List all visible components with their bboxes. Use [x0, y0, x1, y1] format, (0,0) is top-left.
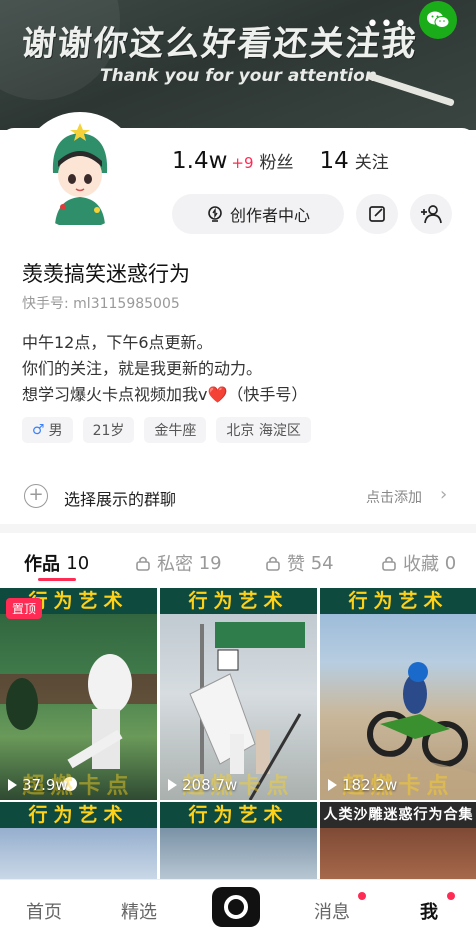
more-dots-icon[interactable]: •••	[366, 12, 408, 37]
play-icon	[328, 779, 337, 791]
wechat-icon[interactable]	[419, 1, 457, 39]
tab-works[interactable]: 作品 10	[24, 550, 89, 576]
play-icon	[8, 779, 17, 791]
video-header: 行为艺术	[320, 588, 476, 614]
followers-label[interactable]: 粉丝	[260, 148, 294, 173]
group-chat-row[interactable]: + 选择展示的群聊 点击添加 ›	[0, 478, 476, 516]
video-views: 37.9w	[8, 776, 68, 794]
tab-favorites[interactable]: 收藏 0	[382, 550, 456, 576]
video-grid: 行为艺术 置顶 超燃卡点 37.9w 行为艺术 超燃卡点 208.7w 行为艺术…	[0, 588, 476, 892]
nav-me[interactable]: 我	[420, 898, 438, 924]
nav-featured[interactable]: 精选	[121, 898, 157, 924]
zodiac-tag: 金牛座	[144, 417, 207, 443]
video-header: 行为艺术	[160, 588, 317, 614]
lock-icon	[382, 556, 396, 571]
active-tab-indicator	[38, 578, 76, 581]
followers-count[interactable]: 1.4w	[172, 148, 227, 174]
play-icon	[168, 779, 177, 791]
profile-bio: 中午12点，下午6点更新。 你们的关注，就是我更新的动力。 想学习爆火卡点视频加…	[22, 330, 307, 408]
avatar[interactable]	[20, 112, 140, 232]
following-count[interactable]: 14	[320, 148, 349, 174]
bio-line: 想学习爆火卡点视频加我v❤️（快手号）	[22, 385, 308, 404]
male-icon: ♂	[32, 422, 45, 438]
nav-home[interactable]: 首页	[26, 898, 62, 924]
tab-private[interactable]: 私密 19	[136, 550, 222, 576]
messages-badge	[358, 892, 366, 900]
video-views: 208.7w	[168, 776, 237, 794]
video-thumbnail[interactable]: 行为艺术 超燃卡点 182.2w	[320, 588, 476, 800]
banner-title: 谢谢你这么好看还关注我	[19, 24, 420, 64]
profile-stats: 1.4w +9 粉丝 14 关注	[172, 148, 389, 174]
following-label[interactable]: 关注	[355, 148, 389, 173]
profile-name: 羡羡搞笑迷惑行为	[22, 262, 190, 286]
plus-circle-icon: +	[24, 484, 48, 508]
bottom-nav: 首页 精选 消息 我	[0, 879, 476, 931]
gender-tag: ♂ 男	[22, 417, 73, 443]
bio-line: 中午12点，下午6点更新。	[22, 333, 213, 352]
edit-icon	[369, 206, 385, 222]
profile-banner[interactable]: 谢谢你这么好看还关注我 Thank you for your attention…	[0, 0, 476, 130]
location-tag: 北京 海淀区	[216, 417, 311, 443]
add-friend-button[interactable]	[410, 194, 452, 234]
pinned-badge: 置顶	[6, 598, 43, 619]
section-divider	[0, 524, 476, 533]
video-header: 行为艺术	[160, 802, 317, 828]
lock-icon	[136, 556, 150, 571]
nav-messages[interactable]: 消息	[314, 898, 350, 924]
heart-icon: ❤️	[207, 385, 228, 404]
chevron-right-icon: ›	[440, 484, 448, 505]
chalk-decoration	[367, 72, 455, 107]
group-chat-label: 选择展示的群聊	[64, 490, 177, 509]
creator-center-label: 创作者中心	[229, 206, 310, 225]
camera-button[interactable]	[212, 887, 260, 927]
followers-delta: +9	[231, 154, 254, 172]
content-tabs: 作品 10 私密 19 赞 54 收藏 0	[0, 540, 476, 584]
banner-subtitle: Thank you for your attention	[100, 66, 377, 86]
group-chat-add[interactable]: 点击添加	[366, 487, 422, 507]
age-tag: 21岁	[82, 417, 135, 443]
lock-icon	[266, 556, 280, 571]
camera-icon	[224, 895, 248, 919]
tab-likes[interactable]: 赞 54	[266, 550, 334, 576]
me-badge	[447, 892, 455, 900]
kuaishou-id[interactable]: 快手号: ml3115985005	[22, 293, 180, 313]
lightbulb-icon	[208, 206, 222, 222]
add-user-icon	[421, 205, 442, 224]
video-thumbnail[interactable]: 行为艺术 超燃卡点 208.7w	[160, 588, 317, 800]
video-header: 行为艺术	[0, 802, 157, 828]
video-thumbnail[interactable]: 行为艺术 置顶 超燃卡点 37.9w	[0, 588, 157, 800]
bio-line: 你们的关注，就是我更新的动力。	[22, 359, 263, 378]
video-header: 人类沙雕迷惑行为合集	[320, 802, 476, 828]
video-views: 182.2w	[328, 776, 397, 794]
edit-profile-button[interactable]	[356, 194, 398, 234]
creator-center-button[interactable]: 创作者中心	[172, 194, 344, 234]
profile-tags: ♂ 男 21岁 金牛座 北京 海淀区	[22, 417, 311, 443]
